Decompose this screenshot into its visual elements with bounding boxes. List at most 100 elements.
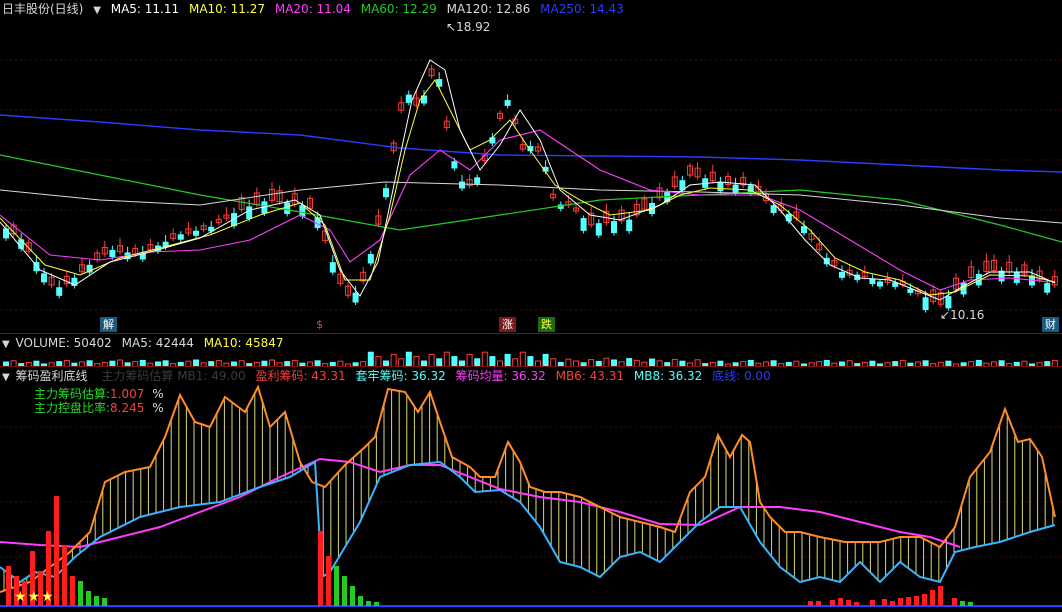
ma5-line [0,59,1056,301]
volume-bar [405,351,412,367]
main-chip-red-bar [838,598,843,606]
main-chip-row: 主力筹码估算:1.007 % [34,387,164,401]
candlestick [626,219,633,232]
candlestick [367,254,374,264]
main-chip-red-bar [938,586,943,606]
candlestick [193,230,199,236]
main-chip-green-bar [350,586,355,606]
main-chip-red-bar [898,598,903,606]
main-chip-green-bar [968,602,973,606]
candlestick [329,262,336,273]
candlestick [3,228,9,239]
candlestick [459,181,465,189]
candlestick [504,100,511,106]
candlestick [907,288,914,293]
main-chip-red-bar [70,576,75,606]
high-price-label: ↖18.92 [446,20,491,34]
candlestick [595,223,602,236]
avg-chip-line [0,457,961,549]
kline-pane[interactable]: 日丰股份(日线) ▼ MA5: 11.11 MA10: 11.27 MA20: … [0,0,1062,335]
main-chip-red-bar [830,600,835,606]
ma60-line [0,154,1062,243]
ma250-line [0,114,1062,173]
main-chip-red-bar [62,546,67,606]
main-ctrl-value: 8.245 [110,401,145,415]
volume-chart[interactable] [0,334,1062,367]
marker-zhang[interactable]: 涨 [499,317,516,332]
main-chip-red-bar [882,599,887,606]
candlestick [998,270,1005,282]
marker-cai[interactable]: 财 [1042,317,1059,332]
main-chip-green-bar [334,566,339,606]
main-chip-label: 主力筹码估算: [34,387,111,401]
main-ctrl-label: 主力控盘比率: [34,401,111,415]
candlestick [877,281,883,287]
main-chip-red-bar [846,600,851,606]
main-chip-red-bar [816,601,821,606]
main-chip-green-bar [78,581,83,606]
candlestick [284,202,291,214]
candlestick [945,296,952,309]
volume-pane[interactable]: ▼ VOLUME: 50402 MA5: 42444 MA10: 45847 [0,334,1062,367]
main-chip-red-bar [890,601,895,606]
candlestick [352,292,359,303]
main-chip-red-bar [952,598,957,606]
candlestick [451,161,458,169]
star-rating: ★★★ [14,589,55,605]
main-chip-green-bar [342,576,347,606]
main-chip-green-bar [86,591,91,606]
indicator-pane[interactable]: ▼ 筹码盈利底线 主力筹码估算 MB1: 49.00 盈利筹码: 43.31 套… [0,367,1062,612]
main-chip-green-bar [366,601,371,606]
low-price-label: ↙10.16 [940,308,985,322]
main-chip-red-bar [54,496,59,606]
candlestick [299,205,306,217]
main-chip-red-bar [922,594,927,606]
candlestick-chart[interactable] [0,0,1062,335]
candlestick [801,226,807,234]
main-chip-green-bar [358,596,363,606]
candlestick [383,188,389,198]
main-chip-green-bar [94,596,99,606]
candlestick [922,297,929,311]
candlestick [177,234,184,240]
candlestick [770,205,777,214]
candlestick [405,94,412,103]
main-chip-red-bar [326,556,331,606]
candlestick [474,177,481,184]
candlestick [717,182,724,192]
main-chip-red-bar [808,601,813,606]
candlestick [56,287,63,296]
candlestick [611,221,617,234]
profit-chip-line [0,384,1056,593]
marker-dollar[interactable]: $ [313,317,326,332]
main-chip-green-bar [374,602,379,606]
volume-bar [367,351,374,367]
ma10-line [0,79,1056,296]
main-chip-value: 1.007 [110,387,145,401]
main-chip-red-bar [6,566,11,606]
marker-jie[interactable]: 解 [100,317,117,332]
candlestick [839,271,845,278]
pct-label: % [152,401,164,415]
volume-bar [519,351,526,367]
candlestick [580,218,587,231]
main-chip-red-bar [870,600,875,606]
candlestick [489,137,496,144]
volume-bar [443,351,450,367]
main-chip-red-bar [854,602,859,606]
main-chip-green-bar [960,601,965,606]
pct-label: % [152,387,164,401]
main-chip-green-bar [102,598,107,606]
candlestick [1044,283,1051,293]
candlestick [1013,272,1020,283]
main-ctrl-row: 主力控盘比率:8.245 % [34,401,164,415]
candlestick [109,249,116,258]
main-chip-red-bar [914,596,919,606]
ma120-line [0,181,1062,224]
volume-bar [481,351,488,367]
candlestick [41,273,47,283]
main-chip-red-bar [318,531,323,606]
candlestick [246,206,253,220]
main-chip-red-bar [930,590,935,606]
marker-die[interactable]: 跌 [538,317,555,332]
